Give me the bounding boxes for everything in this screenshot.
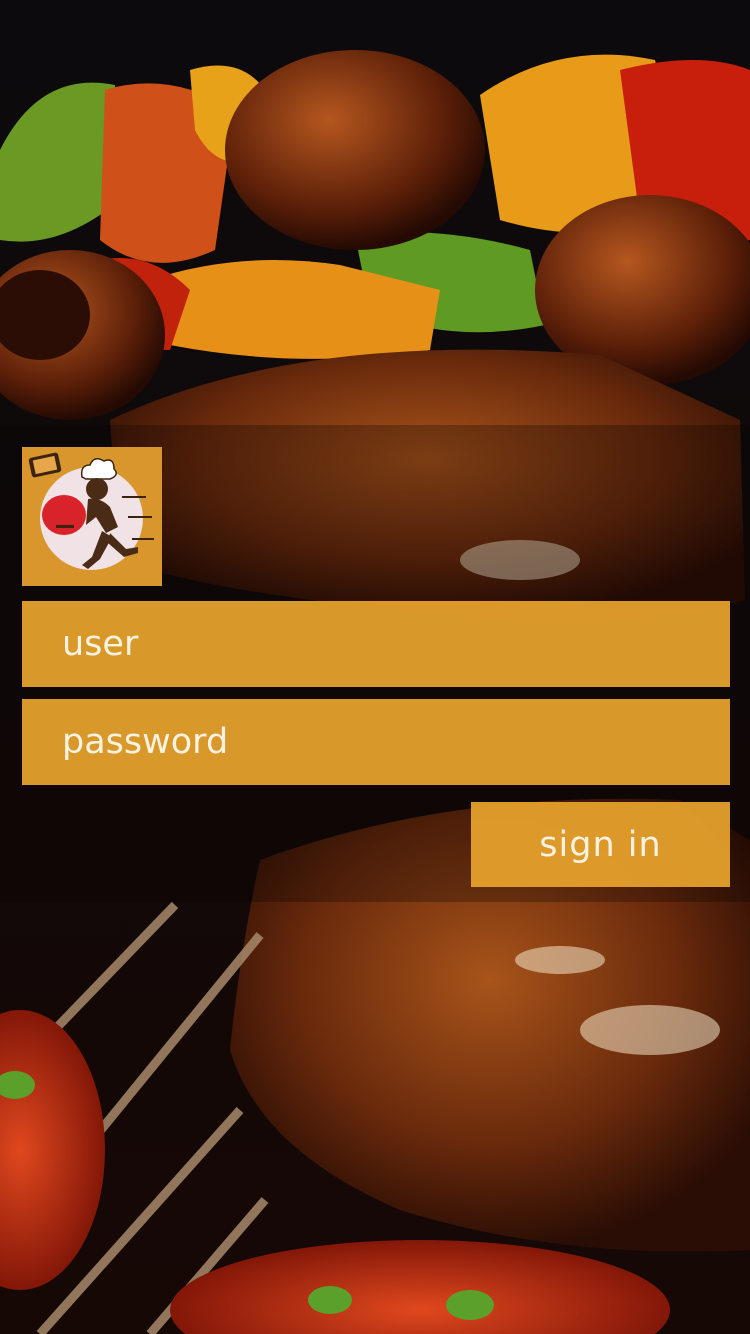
delivery-chef-icon — [28, 452, 154, 569]
password-input[interactable] — [22, 699, 730, 785]
user-input[interactable] — [22, 601, 730, 687]
sign-in-button[interactable]: sign in — [471, 802, 730, 887]
app-logo — [22, 447, 162, 586]
